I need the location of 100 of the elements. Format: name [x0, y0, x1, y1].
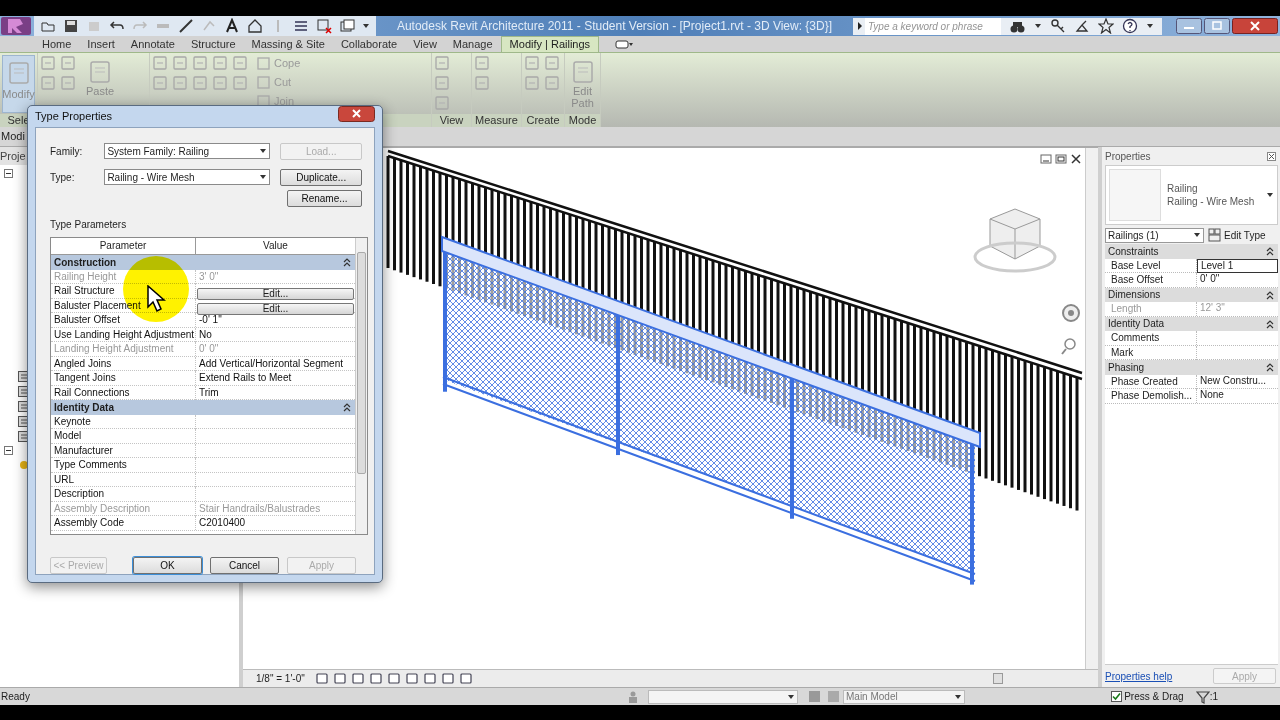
- collapse-icon[interactable]: [343, 402, 351, 413]
- dimension-icon[interactable]: [178, 18, 194, 34]
- property-name: Comments: [1105, 331, 1197, 345]
- scroll-thumb[interactable]: [357, 252, 366, 474]
- type-selector[interactable]: Railing Railing - Wire Mesh: [1105, 165, 1278, 225]
- expand-icon[interactable]: [4, 446, 13, 455]
- parameter-value: No: [198, 327, 213, 342]
- press-drag-checkbox[interactable]: Press & Drag: [1111, 689, 1184, 704]
- close-icon[interactable]: [338, 105, 375, 122]
- text-icon[interactable]: [224, 18, 240, 34]
- dropdown[interactable]: Railing - Wire Mesh: [104, 169, 270, 185]
- thin-lines-icon[interactable]: [293, 18, 309, 34]
- ribbon-tab[interactable]: Massing & Site: [243, 36, 333, 52]
- collapse-icon[interactable]: [1266, 362, 1274, 373]
- tool-icon: [88, 59, 112, 85]
- property-value: None: [1199, 389, 1225, 402]
- link-icon[interactable]: [18, 459, 30, 471]
- scrollbar[interactable]: [355, 238, 367, 534]
- ribbon-tab[interactable]: Insert: [79, 36, 123, 52]
- help-icon[interactable]: [1122, 18, 1138, 34]
- parameter-value: Add Vertical/Horizontal Segment: [198, 356, 344, 371]
- filter-icon[interactable]: [1195, 689, 1210, 704]
- minimize-icon[interactable]: [1176, 18, 1202, 34]
- parameter-value: C2010400: [198, 516, 247, 530]
- dialog-button[interactable]: Duplicate...: [280, 168, 362, 186]
- type-preview: [1109, 169, 1161, 221]
- close-icon[interactable]: [1267, 151, 1276, 161]
- navigation-wheel-icon[interactable]: [1062, 304, 1080, 322]
- dropdown-value: Railings (1): [1108, 228, 1159, 243]
- group-header: Constraints: [1108, 244, 1159, 259]
- close-icon[interactable]: [1232, 18, 1278, 34]
- caret-icon[interactable]: [787, 692, 795, 701]
- type-family-label: Railing: [1167, 182, 1199, 195]
- maximize-icon[interactable]: [1204, 18, 1230, 34]
- ribbon-tab[interactable]: Home: [34, 36, 80, 52]
- edit-button[interactable]: Edit...: [197, 288, 354, 300]
- tool-icon: [6, 60, 31, 86]
- panel-title: Proje: [0, 148, 26, 164]
- design-option-dropdown[interactable]: Main Model: [843, 689, 965, 704]
- parameter-value: -0' 1": [198, 313, 223, 327]
- edit-type-button[interactable]: Edit Type: [1208, 227, 1266, 243]
- scrollbar[interactable]: [1085, 148, 1098, 669]
- zoom-icon[interactable]: [1061, 338, 1076, 355]
- scroll-thumb[interactable]: [992, 673, 1003, 684]
- parameter-name: Manufacturer: [51, 443, 196, 458]
- collapse-icon[interactable]: [343, 257, 351, 268]
- tool-icon: [256, 75, 271, 90]
- collapse-icon[interactable]: [1266, 246, 1274, 257]
- star-icon[interactable]: [1098, 18, 1114, 34]
- ribbon-tab[interactable]: Modify | Railings: [500, 36, 600, 52]
- minimize-icon[interactable]: [1040, 154, 1052, 164]
- restore-icon[interactable]: [1055, 154, 1067, 164]
- expand-icon[interactable]: [4, 169, 13, 178]
- key-icon[interactable]: [1050, 18, 1066, 34]
- caret-icon[interactable]: [1146, 22, 1154, 30]
- view-scale[interactable]: 1/8" = 1'-0": [256, 671, 305, 686]
- ribbon-tab[interactable]: Manage: [444, 36, 501, 52]
- collapse-icon[interactable]: [1266, 318, 1274, 329]
- ribbon-tab[interactable]: Structure: [182, 36, 244, 52]
- save-icon[interactable]: [63, 18, 79, 34]
- dialog-button[interactable]: OK: [133, 557, 202, 574]
- parameter-value: Stair Handrails/Balustrades: [198, 501, 322, 516]
- panel-toggle-icon[interactable]: [613, 37, 636, 51]
- dialog-button[interactable]: Cancel: [210, 557, 279, 574]
- parameter-name: Keynote: [51, 414, 196, 429]
- edit-button[interactable]: Edit...: [197, 302, 354, 315]
- group-header: Identity Data: [1108, 317, 1165, 332]
- caret-icon[interactable]: [362, 22, 370, 30]
- parameter-value: Extend Rails to Meet: [198, 371, 293, 385]
- ribbon-tab[interactable]: Collaborate: [332, 36, 406, 52]
- parameter-name: Rail Connections: [51, 385, 196, 400]
- group-header: Identity Data: [54, 400, 114, 415]
- panel-title: Properties: [1105, 149, 1151, 164]
- caret-icon[interactable]: [954, 692, 962, 701]
- tool-icon: [570, 59, 595, 85]
- panel-label: Mode: [565, 114, 600, 127]
- house-icon[interactable]: [247, 18, 263, 34]
- parameter-name: URL: [51, 472, 196, 487]
- dialog-button[interactable]: Rename...: [287, 190, 362, 207]
- caret-icon[interactable]: [1266, 191, 1274, 199]
- caret-icon[interactable]: [258, 173, 267, 181]
- property-name: Mark: [1105, 345, 1197, 360]
- app-menu-button[interactable]: [0, 16, 34, 36]
- parameter-name: Model: [51, 429, 196, 443]
- search-field[interactable]: Type a keyword or phrase: [865, 17, 1001, 35]
- dropdown[interactable]: System Family: Railing: [104, 143, 270, 159]
- column-header[interactable]: Parameter: [51, 238, 196, 254]
- ribbon-tab[interactable]: Annotate: [122, 36, 183, 52]
- close-windows-icon[interactable]: [316, 18, 332, 34]
- caret-icon[interactable]: [1034, 22, 1042, 30]
- instance-filter-dropdown[interactable]: Railings (1): [1105, 227, 1204, 243]
- column-header[interactable]: Value: [196, 238, 355, 254]
- close-icon[interactable]: [1070, 154, 1082, 164]
- help-link[interactable]: Properties help: [1105, 668, 1173, 684]
- switch-windows-icon[interactable]: [339, 18, 355, 34]
- ribbon-tab[interactable]: View: [405, 36, 445, 52]
- parameter-value: Trim: [198, 385, 220, 400]
- collapse-icon[interactable]: [1266, 289, 1274, 300]
- viewcube-icon[interactable]: [973, 208, 1057, 273]
- caret-icon[interactable]: [1193, 231, 1201, 239]
